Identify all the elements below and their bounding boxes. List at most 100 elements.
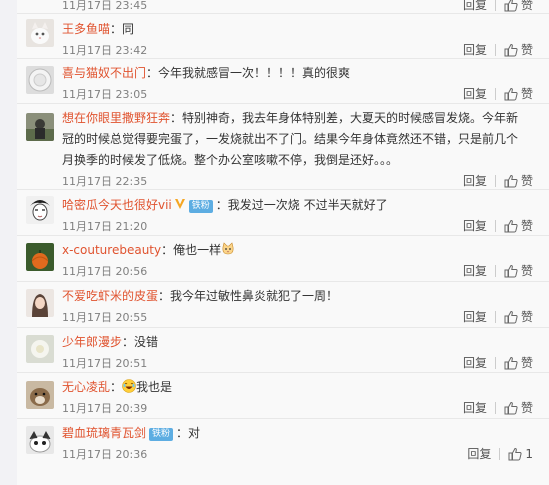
like-label: 赞	[520, 0, 533, 12]
comment-time: 11月17日 23:45	[62, 0, 148, 12]
comment-item: 喜与猫奴不出门：今年我就感冒一次！！！！真的很爽 11月17日 23:05 回复…	[17, 59, 549, 104]
avatar[interactable]	[26, 289, 54, 317]
comment-item: 不爱吃虾米的皮蛋：我今年过敏性鼻炎就犯了一周！ 11月17日 20:55 回复 …	[17, 282, 549, 328]
comment-time: 11月17日 20:56	[62, 265, 148, 278]
thumbs-up-icon	[504, 356, 518, 370]
like-button[interactable]: 赞	[504, 40, 533, 60]
like-button[interactable]: 1	[508, 444, 533, 464]
divider	[494, 357, 496, 369]
comment-text: ：对	[176, 426, 201, 440]
comment-username[interactable]: 无心凌乱	[62, 380, 110, 394]
laughing-emoji-icon	[122, 379, 136, 393]
avatar[interactable]	[26, 335, 54, 363]
avatar[interactable]	[26, 19, 54, 47]
like-label: 赞	[520, 219, 533, 233]
thumbs-up-icon	[508, 447, 522, 461]
like-button[interactable]: 赞	[504, 171, 533, 191]
comment-item: 11月17日 23:45 回复 赞	[17, 0, 549, 14]
avatar[interactable]	[26, 243, 54, 271]
comment-text: ：我发过一次烧 不过半天就好了	[215, 198, 388, 212]
divider	[494, 0, 496, 11]
comment-text: ：同	[110, 22, 135, 36]
reply-button[interactable]: 回复	[467, 444, 491, 464]
like-button[interactable]: 赞	[504, 216, 533, 236]
comment-time: 11月17日 20:36	[62, 448, 148, 461]
comment-time: 11月17日 20:39	[62, 402, 148, 415]
reply-button[interactable]: 回复	[463, 0, 487, 15]
comment-time: 11月17日 20:55	[62, 311, 148, 324]
comment-username[interactable]: 想在你眼里撒野狂奔	[62, 111, 170, 125]
divider	[494, 265, 496, 277]
comment-item: 少年郎漫步：没错 11月17日 20:51 回复 赞	[17, 328, 549, 373]
comment-username[interactable]: 不爱吃虾米的皮蛋	[62, 289, 158, 303]
fan-badge: 铁粉	[149, 428, 174, 441]
avatar[interactable]	[26, 196, 54, 224]
thumbs-up-icon	[504, 174, 518, 188]
comment-text: ：俺也一样	[161, 243, 222, 257]
comment-item: 哈密瓜今天也很好vii 铁粉 ：我发过一次烧 不过半天就好了 11月17日 21:2…	[17, 190, 549, 236]
comment-text: 我也是	[136, 380, 173, 394]
comment-list: 11月17日 23:45 回复 赞 王多鱼喵：同 11月17日 23:42 回复…	[17, 0, 549, 485]
reply-button[interactable]: 回复	[463, 353, 487, 373]
like-button[interactable]: 赞	[504, 307, 533, 327]
like-button[interactable]: 赞	[504, 261, 533, 281]
like-button[interactable]: 赞	[504, 353, 533, 373]
comment-item: 想在你眼里撒野狂奔：特别神奇，我去年身体特别差，大夏天的时候感冒发烧。今年新冠的…	[17, 104, 549, 190]
like-label: 赞	[520, 174, 533, 188]
comment-time: 11月17日 22:35	[62, 175, 148, 188]
avatar[interactable]	[26, 66, 54, 94]
cat-emoji-icon	[222, 242, 234, 255]
divider	[494, 44, 496, 56]
comment-username[interactable]: x-couturebeauty	[62, 243, 161, 257]
like-label: 赞	[520, 401, 533, 415]
like-count: 1	[525, 447, 533, 461]
divider	[494, 311, 496, 323]
comment-item: 碧血琉璃青瓦剑 铁粉 ：对 11月17日 20:36 回复 1	[17, 419, 549, 465]
like-label: 赞	[520, 356, 533, 370]
divider	[494, 402, 496, 414]
reply-button[interactable]: 回复	[463, 40, 487, 60]
comment-item: 无心凌乱： 我也是 11月17日 20:39 回复 赞	[17, 373, 549, 419]
thumbs-up-icon	[504, 43, 518, 57]
divider	[494, 175, 496, 187]
reply-button[interactable]: 回复	[463, 84, 487, 104]
divider	[494, 88, 496, 100]
like-label: 赞	[520, 310, 533, 324]
thumbs-up-icon	[504, 0, 518, 12]
avatar[interactable]	[26, 381, 54, 409]
comment-username[interactable]: 少年郎漫步	[62, 335, 122, 349]
thumbs-up-icon	[504, 264, 518, 278]
like-button[interactable]: 赞	[504, 84, 533, 104]
like-label: 赞	[520, 87, 533, 101]
comment-text: ：没错	[122, 335, 159, 349]
reply-button[interactable]: 回复	[463, 171, 487, 191]
comment-username[interactable]: 王多鱼喵	[62, 22, 110, 36]
comment-text: ：今年我就感冒一次！！！！真的很爽	[146, 66, 351, 80]
reply-button[interactable]: 回复	[463, 307, 487, 327]
comment-item: x-couturebeauty：俺也一样 11月17日 20:56 回复 赞	[17, 236, 549, 282]
thumbs-up-icon	[504, 87, 518, 101]
divider	[494, 220, 496, 232]
thumbs-up-icon	[504, 219, 518, 233]
comment-username[interactable]: 喜与猫奴不出门	[62, 66, 146, 80]
reply-button[interactable]: 回复	[463, 398, 487, 418]
comment-text: ：我今年过敏性鼻炎就犯了一周！	[158, 289, 339, 303]
thumbs-up-icon	[504, 310, 518, 324]
reply-button[interactable]: 回复	[463, 261, 487, 281]
comment-username[interactable]: 碧血琉璃青瓦剑	[62, 426, 146, 440]
comment-time: 11月17日 23:42	[62, 44, 148, 57]
like-label: 赞	[520, 43, 533, 57]
comment-username[interactable]: 哈密瓜今天也很好vii	[62, 198, 172, 212]
comment-time: 11月17日 21:20	[62, 220, 148, 233]
like-label: 赞	[520, 264, 533, 278]
comment-item: 王多鱼喵：同 11月17日 23:42 回复 赞	[17, 14, 549, 59]
thumbs-up-icon	[504, 401, 518, 415]
fan-badge: 铁粉	[188, 200, 213, 213]
avatar[interactable]	[26, 113, 54, 141]
comment-time: 11月17日 23:05	[62, 88, 148, 101]
like-button[interactable]: 赞	[504, 398, 533, 418]
like-button[interactable]: 赞	[504, 0, 533, 15]
verified-icon	[174, 199, 185, 209]
avatar[interactable]	[26, 426, 54, 454]
reply-button[interactable]: 回复	[463, 216, 487, 236]
